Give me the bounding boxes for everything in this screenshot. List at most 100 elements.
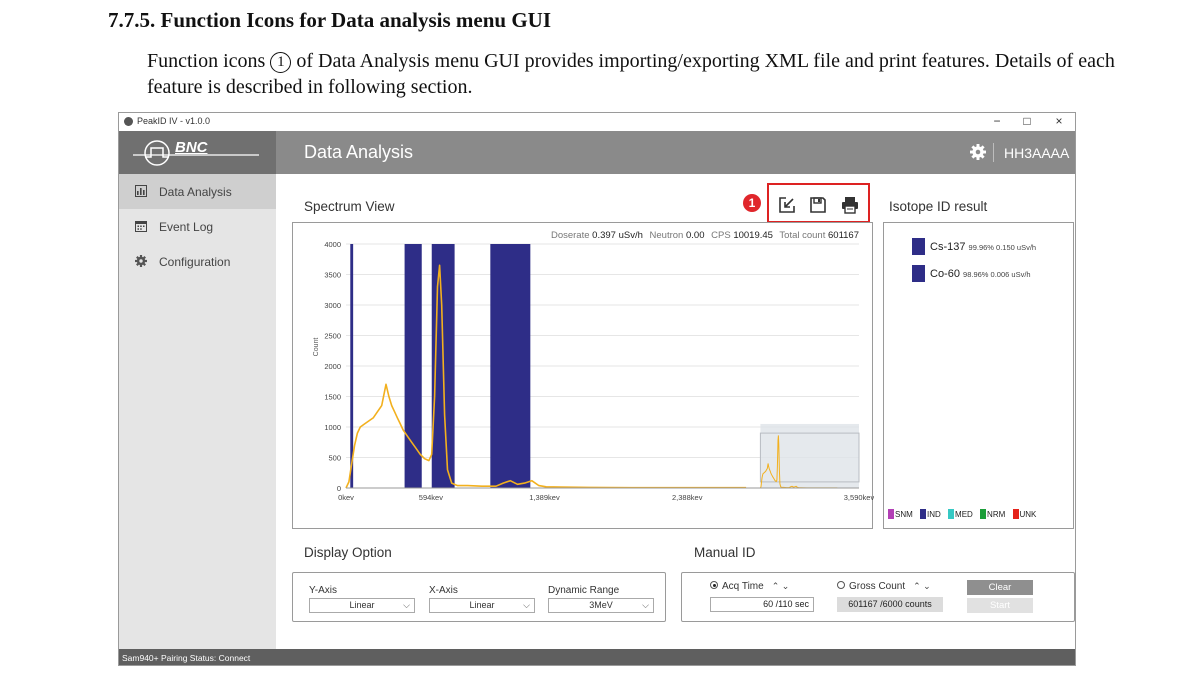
sidebar-item-label: Event Log <box>159 220 214 234</box>
spectrum-stats: Doserate 0.397 uSv/h Neutron 0.00 CPS 10… <box>551 230 859 241</box>
callout-badge: 1 <box>743 194 761 212</box>
chevron-down-icon: ⌵ <box>403 600 410 610</box>
y-axis-value: Linear <box>349 600 375 610</box>
cps-label: CPS <box>711 230 731 241</box>
legend-label: IND <box>927 510 941 519</box>
legend-label: UNK <box>1019 510 1037 519</box>
y-axis-label: Count <box>313 338 320 357</box>
x-axis-value: Linear <box>469 600 495 610</box>
radio-checked-icon <box>710 581 718 589</box>
spectrum-chart[interactable]: 0 500 1000 1500 2000 2500 3000 3500 4000 0kev 594k… <box>293 223 874 530</box>
gross-count-radio[interactable]: Gross Count ⌃ ⌄ <box>837 581 931 592</box>
dynamic-range-label: Dynamic Range <box>548 585 620 596</box>
status-bar: Sam940+ Pairing Status: Connect <box>119 649 1075 665</box>
header-divider <box>993 143 994 162</box>
doserate-value: 0.397 uSv/h <box>592 230 643 241</box>
save-icon[interactable] <box>808 195 828 215</box>
y-tick-label: 2500 <box>324 332 341 341</box>
legend-nrm: NRM <box>980 509 1005 519</box>
spectrum-view-title: Spectrum View <box>304 199 395 214</box>
isotope-color-swatch <box>912 265 925 282</box>
gross-count-label: Gross Count <box>849 581 906 592</box>
y-tick-label: 500 <box>328 454 341 463</box>
import-icon[interactable] <box>777 195 797 215</box>
sort-arrows-icon[interactable]: ⌃ ⌄ <box>772 581 790 591</box>
header-bar: Data Analysis HH3AAAA <box>276 131 1075 174</box>
y-tick-label: 4000 <box>324 240 341 249</box>
display-option-title: Display Option <box>304 545 392 560</box>
legend-snm: SNM <box>888 509 913 519</box>
y-axis-label-text: Y-Axis <box>309 585 337 596</box>
legend-ind: IND <box>920 509 941 519</box>
start-button[interactable]: Start <box>967 598 1033 613</box>
close-button[interactable]: × <box>1049 114 1069 128</box>
legend-swatch <box>888 509 894 519</box>
y-tick-label: 3500 <box>324 271 341 280</box>
minimize-button[interactable]: − <box>987 114 1007 128</box>
logo-text: BNC <box>175 139 208 156</box>
circled-number: 1 <box>270 52 292 73</box>
chevron-down-icon: ⌵ <box>642 600 649 610</box>
device-id: HH3AAAA <box>1004 145 1070 161</box>
total-count-label: Total count <box>779 230 825 241</box>
x-tick-label: 594kev <box>419 493 443 502</box>
total-count-value: 601167 <box>828 230 859 241</box>
app-window: PeakID IV - v1.0.0 − □ × BNC Data Analys… <box>118 112 1076 666</box>
y-tick-label: 2000 <box>324 362 341 371</box>
x-tick-label: 3,590kev <box>844 493 874 502</box>
chevron-down-icon: ⌵ <box>523 600 530 610</box>
energy-region-band <box>490 244 531 488</box>
clear-button[interactable]: Clear <box>967 580 1033 595</box>
dynamic-range-select[interactable]: 3MeV ⌵ <box>548 598 654 613</box>
acq-time-field[interactable]: 60 /110 sec <box>710 597 814 612</box>
sidebar-item-label: Configuration <box>159 255 231 269</box>
y-tick-label: 1500 <box>324 393 341 402</box>
calendar-icon <box>135 221 147 232</box>
energy-region-band <box>350 244 354 488</box>
sidebar-item-configuration[interactable]: Configuration <box>119 244 276 279</box>
legend-label: MED <box>955 510 973 519</box>
sort-arrows-icon[interactable]: ⌃ ⌄ <box>913 581 931 591</box>
sidebar: BNC Data Analysis Event Log Configuratio… <box>119 131 276 649</box>
cps-value: 10019.45 <box>733 230 773 241</box>
maximize-button[interactable]: □ <box>1017 114 1037 128</box>
isotope-result-text: Co-60 98.96% 0.006 uSv/h <box>930 268 1031 280</box>
legend-label: NRM <box>987 510 1006 519</box>
isotope-result-text: Cs-137 99.96% 0.150 uSv/h <box>930 241 1036 253</box>
isotope-detail: 98.96% 0.006 uSv/h <box>963 270 1031 279</box>
doc-paragraph-start: Function icons <box>147 50 271 72</box>
sidebar-item-data-analysis[interactable]: Data Analysis <box>119 174 276 209</box>
y-tick-label: 0 <box>337 484 341 493</box>
manual-id-panel: Acq Time ⌃ ⌄ 60 /110 sec Gross Count ⌃ ⌄ 6… <box>681 572 1075 622</box>
settings-gear-icon[interactable] <box>970 144 986 160</box>
x-axis-select[interactable]: Linear ⌵ <box>429 598 535 613</box>
sidebar-item-event-log[interactable]: Event Log <box>119 209 276 244</box>
app-icon <box>124 117 133 126</box>
print-icon[interactable] <box>840 195 860 215</box>
gross-count-field[interactable]: 601167 /6000 counts <box>837 597 943 612</box>
title-bar: PeakID IV - v1.0.0 − □ × <box>119 113 1075 131</box>
window-title: PeakID IV - v1.0.0 <box>137 116 211 126</box>
legend-swatch <box>948 509 955 519</box>
doserate-label: Doserate <box>551 230 590 241</box>
manual-id-title: Manual ID <box>694 545 756 560</box>
legend-unk: UNK <box>1012 509 1037 519</box>
y-tick-label: 1000 <box>324 423 341 432</box>
isotope-name: Cs-137 <box>930 241 966 253</box>
function-icons-highlight <box>767 183 870 223</box>
y-axis-select[interactable]: Linear ⌵ <box>309 598 415 613</box>
acq-time-label: Acq Time <box>722 581 764 592</box>
doc-heading: 7.7.5. Function Icons for Data analysis … <box>108 8 551 32</box>
neutron-label: Neutron <box>650 230 684 241</box>
doc-paragraph: Function icons 1 of Data Analysis menu G… <box>147 48 1147 100</box>
dynamic-range-value: 3MeV <box>589 600 613 610</box>
isotope-color-swatch <box>912 238 925 255</box>
acq-time-radio[interactable]: Acq Time ⌃ ⌄ <box>710 581 789 592</box>
radio-unchecked-icon <box>837 581 845 589</box>
display-option-panel: Y-Axis Linear ⌵ X-Axis Linear ⌵ Dynamic … <box>292 572 666 622</box>
pairing-status: Sam940+ Pairing Status: Connect <box>122 653 251 663</box>
isotope-name: Co-60 <box>930 268 960 280</box>
x-axis-label-text: X-Axis <box>429 585 458 596</box>
legend-label: SNM <box>895 510 913 519</box>
gear-icon <box>135 255 147 267</box>
